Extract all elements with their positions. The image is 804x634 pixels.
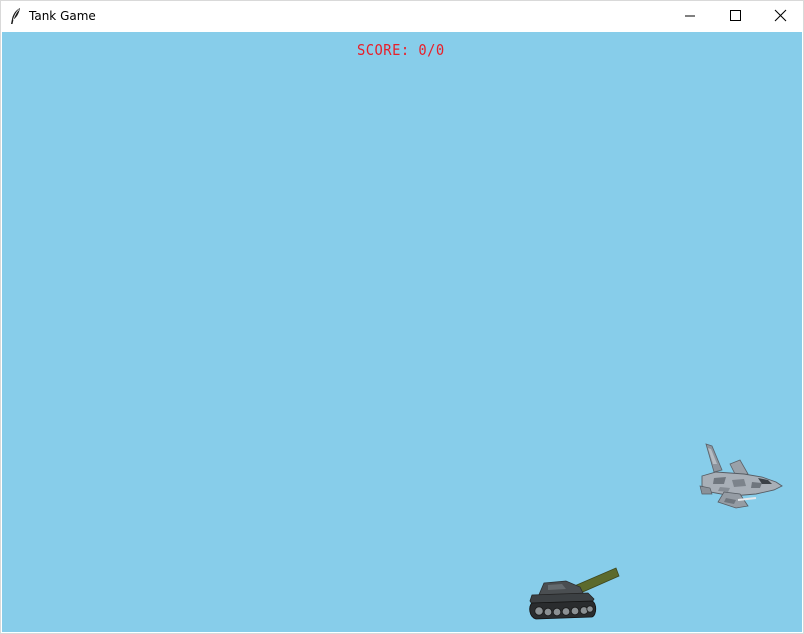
title-bar[interactable]: Tank Game xyxy=(1,1,803,31)
maximize-button[interactable] xyxy=(712,1,758,31)
window-title: Tank Game xyxy=(29,9,96,23)
player-tank xyxy=(529,567,620,620)
fighter-jet xyxy=(699,443,783,509)
feather-icon xyxy=(11,8,20,24)
minimize-icon xyxy=(685,15,695,17)
game-canvas[interactable]: SCORE: 0/0 xyxy=(2,32,802,632)
close-button[interactable] xyxy=(757,1,803,31)
close-icon xyxy=(774,9,787,22)
maximize-icon xyxy=(730,10,741,21)
score-label: SCORE: 0/0 xyxy=(357,41,445,59)
app-window: Tank Game SCORE: 0/0 xyxy=(0,0,804,634)
minimize-button[interactable] xyxy=(667,1,713,31)
